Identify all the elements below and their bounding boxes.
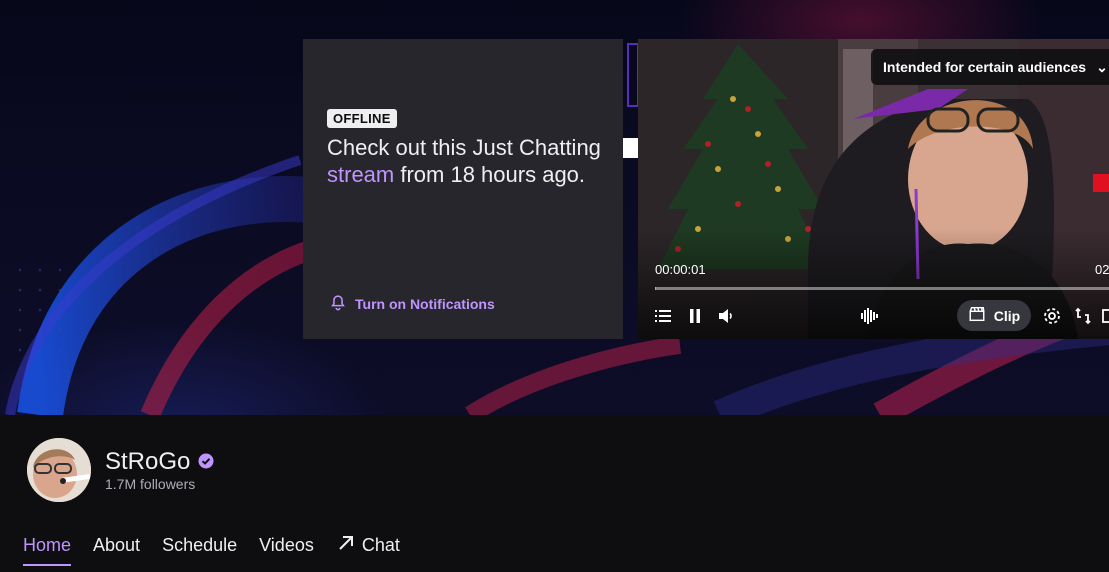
external-arrow-icon bbox=[336, 533, 356, 558]
offline-message-text: Check out this Just Chatting bbox=[327, 135, 601, 160]
audio-only-button[interactable] bbox=[858, 305, 880, 327]
tab-label: Videos bbox=[259, 535, 314, 555]
stream-link[interactable]: stream bbox=[327, 162, 394, 187]
loop-icon bbox=[1075, 307, 1091, 325]
turn-on-notifications-button[interactable]: Turn on Notifications bbox=[329, 293, 495, 314]
follower-count: 1.7M followers bbox=[105, 476, 196, 492]
video-player[interactable]: Intended for certain audiences ⌄ 00:00:0… bbox=[638, 39, 1109, 339]
tab-about[interactable]: About bbox=[93, 533, 140, 566]
waveform-icon bbox=[861, 308, 878, 324]
tab-schedule[interactable]: Schedule bbox=[162, 533, 237, 566]
avatar-image bbox=[27, 438, 91, 502]
tab-label: About bbox=[93, 535, 141, 555]
current-time: 00:00:01 bbox=[655, 262, 706, 277]
theatre-mode-button[interactable] bbox=[1100, 305, 1109, 327]
offline-card: OFFLINE Check out this Just Chatting str… bbox=[303, 39, 623, 339]
settings-button[interactable] bbox=[1041, 305, 1063, 327]
gear-icon bbox=[1044, 308, 1060, 324]
audience-label: Intended for certain audiences bbox=[883, 59, 1087, 75]
offline-message: Check out this Just Chatting stream from… bbox=[327, 134, 607, 188]
channel-name[interactable]: StRoGo bbox=[105, 448, 190, 476]
content-classification-dropdown[interactable]: Intended for certain audiences ⌄ bbox=[871, 49, 1109, 85]
volume-icon bbox=[719, 309, 732, 323]
avatar[interactable] bbox=[27, 438, 91, 502]
chevron-down-icon: ⌄ bbox=[1096, 58, 1108, 75]
pause-button[interactable] bbox=[684, 305, 706, 327]
channel-tabs: Home About Schedule Videos Chat bbox=[23, 533, 400, 566]
duration-time: 02 bbox=[1095, 262, 1109, 277]
seek-bar[interactable] bbox=[655, 287, 1109, 290]
tab-label: Schedule bbox=[162, 535, 238, 555]
pause-icon bbox=[690, 309, 700, 323]
verified-icon bbox=[198, 448, 214, 476]
tab-label: Chat bbox=[361, 535, 400, 555]
seek-bar-progress bbox=[655, 287, 656, 290]
bell-icon bbox=[329, 293, 347, 314]
clip-label: Clip bbox=[993, 307, 1021, 324]
tab-home[interactable]: Home bbox=[23, 533, 72, 566]
chapters-button[interactable] bbox=[652, 305, 674, 327]
channel-name-row: StRoGo bbox=[105, 448, 214, 476]
rewind-button[interactable] bbox=[1072, 305, 1094, 327]
offline-message-text-end: from 18 hours ago. bbox=[394, 162, 586, 187]
clapperboard-icon bbox=[968, 305, 986, 326]
offline-badge: OFFLINE bbox=[327, 109, 397, 128]
clip-button[interactable]: Clip bbox=[957, 300, 1031, 331]
tab-label: Home bbox=[23, 535, 72, 555]
tab-chat[interactable]: Chat bbox=[336, 533, 400, 566]
tab-videos[interactable]: Videos bbox=[259, 533, 314, 566]
theatre-icon bbox=[1102, 309, 1109, 323]
notifications-label: Turn on Notifications bbox=[355, 295, 495, 312]
volume-button[interactable] bbox=[715, 305, 737, 327]
list-icon bbox=[655, 310, 671, 322]
